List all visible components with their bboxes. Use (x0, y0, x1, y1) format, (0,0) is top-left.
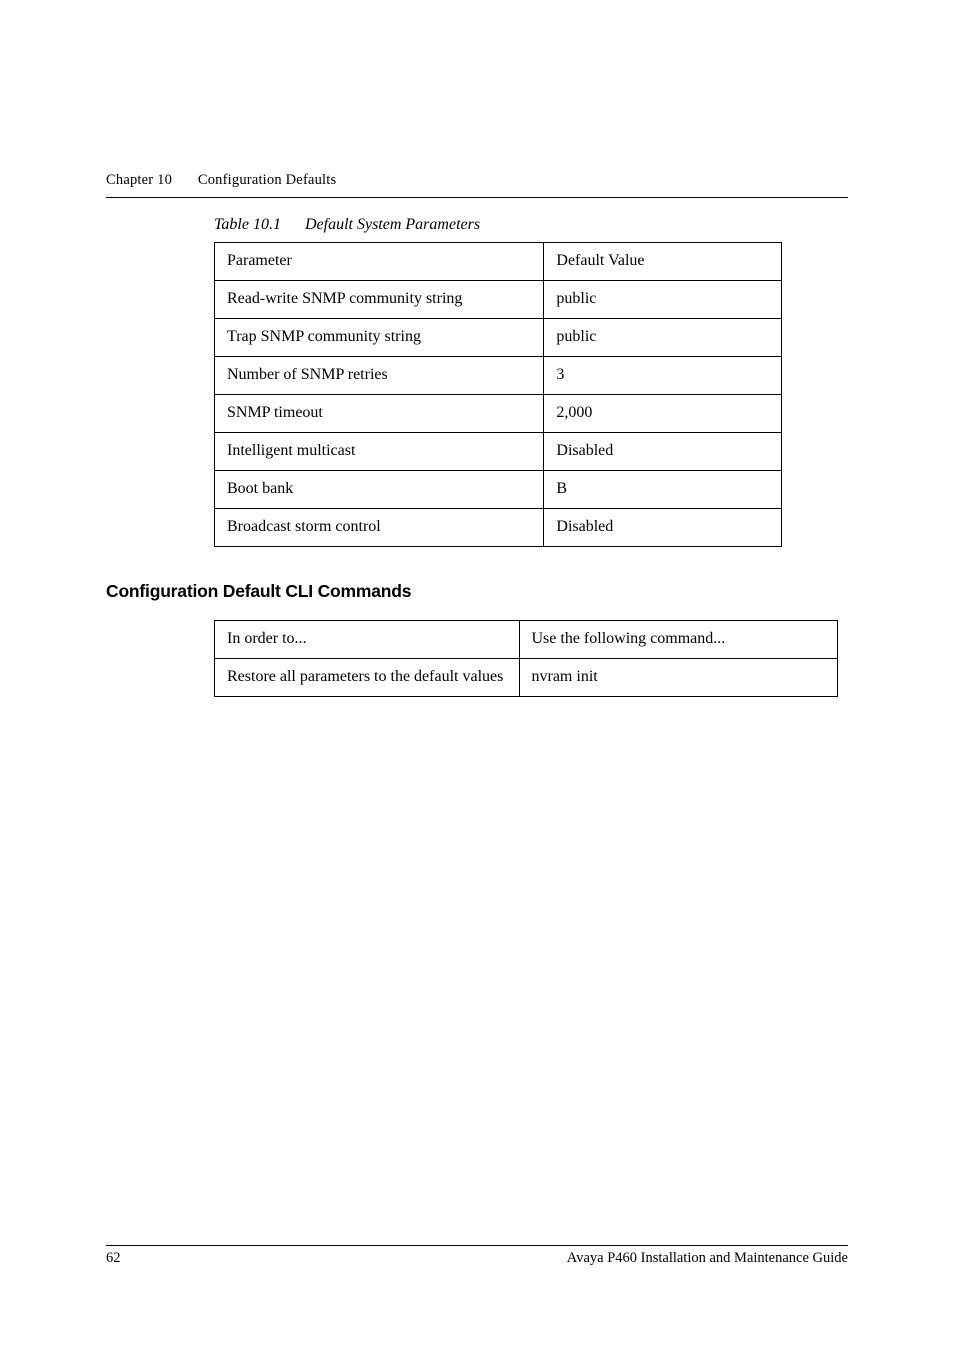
table-row: Read-write SNMP community string public (215, 281, 782, 319)
table-row: SNMP timeout 2,000 (215, 395, 782, 433)
param-cell: SNMP timeout (215, 395, 544, 433)
param-cell: Boot bank (215, 471, 544, 509)
table-row: Number of SNMP retries 3 (215, 357, 782, 395)
value-cell: 2,000 (544, 395, 782, 433)
header-rule (106, 197, 848, 198)
page-footer: 62 Avaya P460 Installation and Maintenan… (106, 1245, 848, 1267)
table-caption-text: Default System Parameters (305, 216, 480, 233)
table-header-row: Parameter Default Value (215, 243, 782, 281)
header-default-value: Default Value (544, 243, 782, 281)
content-block-2: In order to... Use the following command… (214, 620, 848, 697)
value-cell: Disabled (544, 509, 782, 547)
cli-commands-table: In order to... Use the following command… (214, 620, 838, 697)
header-in-order-to: In order to... (215, 621, 520, 659)
table-row: Broadcast storm control Disabled (215, 509, 782, 547)
param-cell: Read-write SNMP community string (215, 281, 544, 319)
content-block: Table 10.1 Default System Parameters Para… (214, 216, 848, 547)
table-caption: Table 10.1 Default System Parameters (214, 216, 848, 234)
param-cell: Intelligent multicast (215, 433, 544, 471)
param-cell: Trap SNMP community string (215, 319, 544, 357)
running-head-chapter: Chapter 10 (106, 172, 172, 188)
value-cell: B (544, 471, 782, 509)
value-cell: public (544, 281, 782, 319)
table-header-row: In order to... Use the following command… (215, 621, 838, 659)
page-number: 62 (106, 1250, 121, 1267)
footer-rule (106, 1245, 848, 1246)
value-cell: public (544, 319, 782, 357)
book-title: Avaya P460 Installation and Maintenance … (567, 1250, 848, 1267)
value-cell: Disabled (544, 433, 782, 471)
table-row: Restore all parameters to the default va… (215, 659, 838, 697)
table-row: Intelligent multicast Disabled (215, 433, 782, 471)
table-row: Boot bank B (215, 471, 782, 509)
param-cell: Number of SNMP retries (215, 357, 544, 395)
page: Chapter 10 Configuration Defaults Table … (0, 0, 954, 1351)
table-caption-label: Table 10.1 (214, 216, 281, 233)
header-use-command: Use the following command... (519, 621, 838, 659)
action-cell: Restore all parameters to the default va… (215, 659, 520, 697)
param-cell: Broadcast storm control (215, 509, 544, 547)
running-head-title: Configuration Defaults (198, 172, 337, 188)
table-row: Trap SNMP community string public (215, 319, 782, 357)
section-heading-cli-commands: Configuration Default CLI Commands (106, 581, 848, 602)
running-head: Chapter 10 Configuration Defaults (106, 172, 848, 189)
value-cell: 3 (544, 357, 782, 395)
default-parameters-table: Parameter Default Value Read-write SNMP … (214, 242, 782, 547)
command-cell: nvram init (519, 659, 838, 697)
header-parameter: Parameter (215, 243, 544, 281)
